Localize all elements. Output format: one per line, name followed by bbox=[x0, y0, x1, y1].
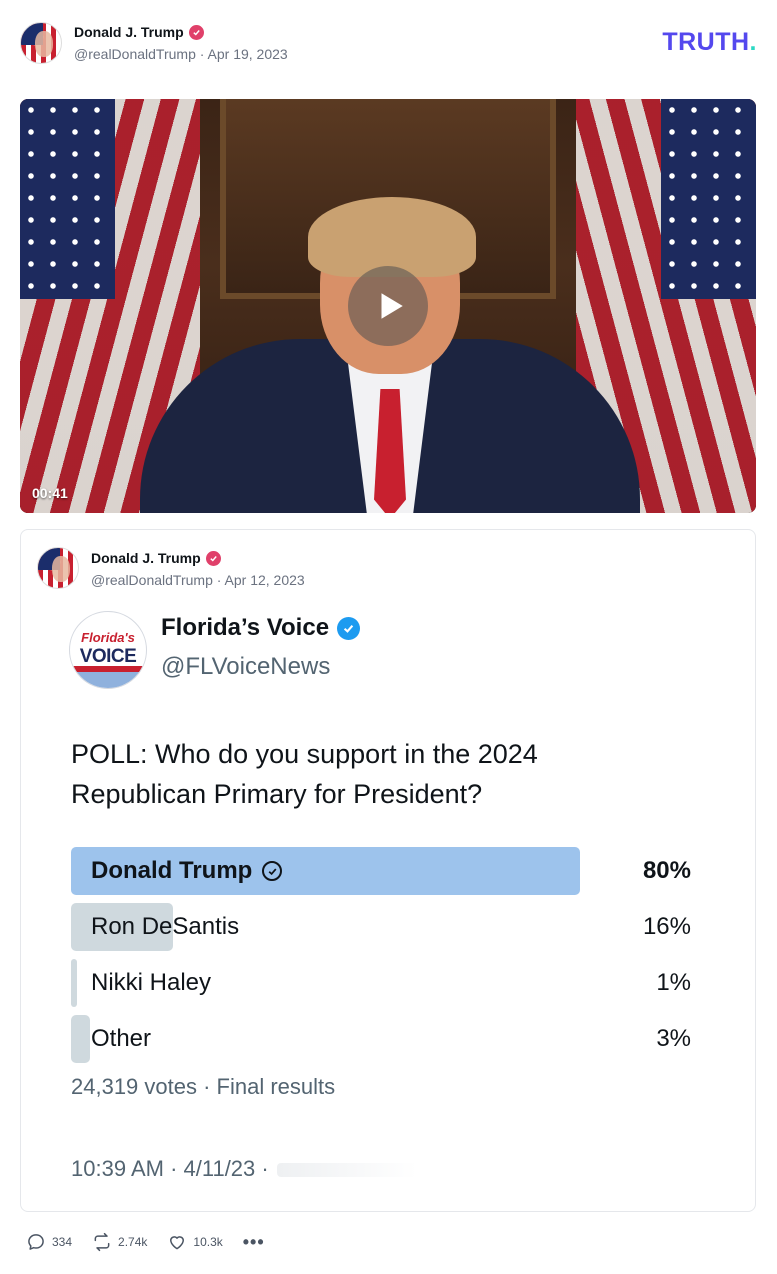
verified-badge-icon bbox=[205, 550, 221, 566]
poll-option-label-wrap: Donald Trump bbox=[91, 847, 283, 895]
tweet-timestamp-row: 10:39 AM · 4/11/23 · bbox=[71, 1156, 417, 1182]
truth-logo[interactable]: TRUTH. bbox=[662, 28, 757, 57]
poll-option-label-wrap: Other bbox=[91, 1015, 151, 1063]
poll-option: Nikki Haley 1% bbox=[71, 959, 691, 1007]
truth-logo-dot: . bbox=[749, 28, 757, 56]
quoted-author-block: Donald J. Trump @realDonaldTrump · Apr 1… bbox=[91, 550, 305, 588]
quoted-post-header: Donald J. Trump @realDonaldTrump · Apr 1… bbox=[37, 547, 437, 591]
tweet-account-name: Florida’s Voice bbox=[161, 614, 330, 641]
quoted-author-name[interactable]: Donald J. Trump bbox=[91, 550, 201, 566]
poll-option-percent: 3% bbox=[656, 1025, 691, 1052]
author-meta: @realDonaldTrump · Apr 19, 2023 bbox=[74, 46, 288, 62]
tweet-account-name-row: Florida’s Voice bbox=[161, 614, 361, 642]
quoted-author-name-row: Donald J. Trump bbox=[91, 550, 305, 566]
faded-source-text bbox=[276, 1163, 417, 1178]
poll-option-percent: 16% bbox=[642, 913, 691, 940]
embedded-tweet-image[interactable]: Florida's VOICE Florida’s Voice @FLVoice… bbox=[61, 608, 721, 1181]
tweet-timestamp: 10:39 AM · 4/11/23 · bbox=[71, 1156, 269, 1181]
comment-icon bbox=[28, 1234, 44, 1250]
repost-icon bbox=[94, 1232, 110, 1252]
play-icon bbox=[381, 293, 403, 319]
quoted-post[interactable]: Donald J. Trump @realDonaldTrump · Apr 1… bbox=[20, 529, 756, 1212]
tweet-account-handle: @FLVoiceNews bbox=[161, 653, 331, 680]
video-speaker bbox=[140, 197, 640, 513]
reply-count: 334 bbox=[52, 1235, 73, 1249]
retruth-count: 2.74k bbox=[118, 1235, 148, 1249]
poll-option-label: Donald Trump bbox=[91, 857, 253, 884]
heart-icon bbox=[170, 1236, 185, 1250]
poll-option-percent: 80% bbox=[642, 857, 691, 884]
logo-text-bottom: VOICE bbox=[79, 646, 137, 667]
poll-option-percent: 1% bbox=[656, 969, 691, 996]
blue-verified-icon bbox=[337, 616, 361, 640]
poll-option-label: Nikki Haley bbox=[91, 969, 212, 996]
poll-option: Other 3% bbox=[71, 1015, 691, 1063]
poll-option-label-wrap: Nikki Haley bbox=[91, 959, 211, 1007]
video-player[interactable]: 00:41 bbox=[20, 99, 756, 513]
more-options-button[interactable]: ••• bbox=[243, 1232, 265, 1252]
author-name-row: Donald J. Trump bbox=[74, 24, 288, 40]
logo-text-top: Florida's bbox=[81, 630, 135, 645]
quoted-author-meta: @realDonaldTrump · Apr 12, 2023 bbox=[91, 572, 305, 588]
reply-button[interactable]: 334 bbox=[26, 1232, 72, 1252]
check-circle-icon bbox=[262, 861, 283, 881]
retruth-button[interactable]: 2.74k bbox=[92, 1232, 147, 1252]
more-icon: ••• bbox=[242, 1232, 265, 1252]
poll-option-label-wrap: Ron DeSantis bbox=[91, 903, 239, 951]
quoted-avatar[interactable] bbox=[37, 547, 79, 589]
truth-logo-text: TRUTH bbox=[662, 28, 750, 56]
poll-option-label: Ron DeSantis bbox=[91, 913, 240, 940]
author-block: Donald J. Trump @realDonaldTrump · Apr 1… bbox=[74, 24, 288, 62]
poll-option-bar bbox=[71, 1015, 90, 1063]
floridas-voice-logo: Florida's VOICE bbox=[69, 611, 147, 689]
poll-option-bar bbox=[71, 959, 77, 1007]
author-name[interactable]: Donald J. Trump bbox=[74, 24, 184, 40]
like-button[interactable]: 10.3k bbox=[167, 1232, 223, 1252]
poll-question: POLL: Who do you support in the 2024 Rep… bbox=[71, 739, 538, 809]
post-action-bar: 334 2.74k 10.3k ••• bbox=[26, 1232, 265, 1252]
poll-results: Donald Trump 80% Ron DeSantis 16% Nikki … bbox=[71, 847, 691, 1071]
video-duration: 00:41 bbox=[32, 485, 68, 501]
poll-option: Ron DeSantis 16% bbox=[71, 903, 691, 951]
poll-option: Donald Trump 80% bbox=[71, 847, 691, 895]
like-count: 10.3k bbox=[193, 1235, 223, 1249]
play-button[interactable] bbox=[348, 266, 428, 346]
post-header: Donald J. Trump @realDonaldTrump · Apr 1… bbox=[20, 22, 757, 66]
tweet-author-row: Florida's VOICE Florida’s Voice @FLVoice… bbox=[61, 608, 721, 689]
poll-option-label: Other bbox=[91, 1025, 152, 1052]
avatar[interactable] bbox=[20, 22, 62, 64]
poll-votes-summary: 24,319 votes · Final results bbox=[71, 1074, 336, 1099]
verified-badge-icon bbox=[188, 24, 204, 40]
